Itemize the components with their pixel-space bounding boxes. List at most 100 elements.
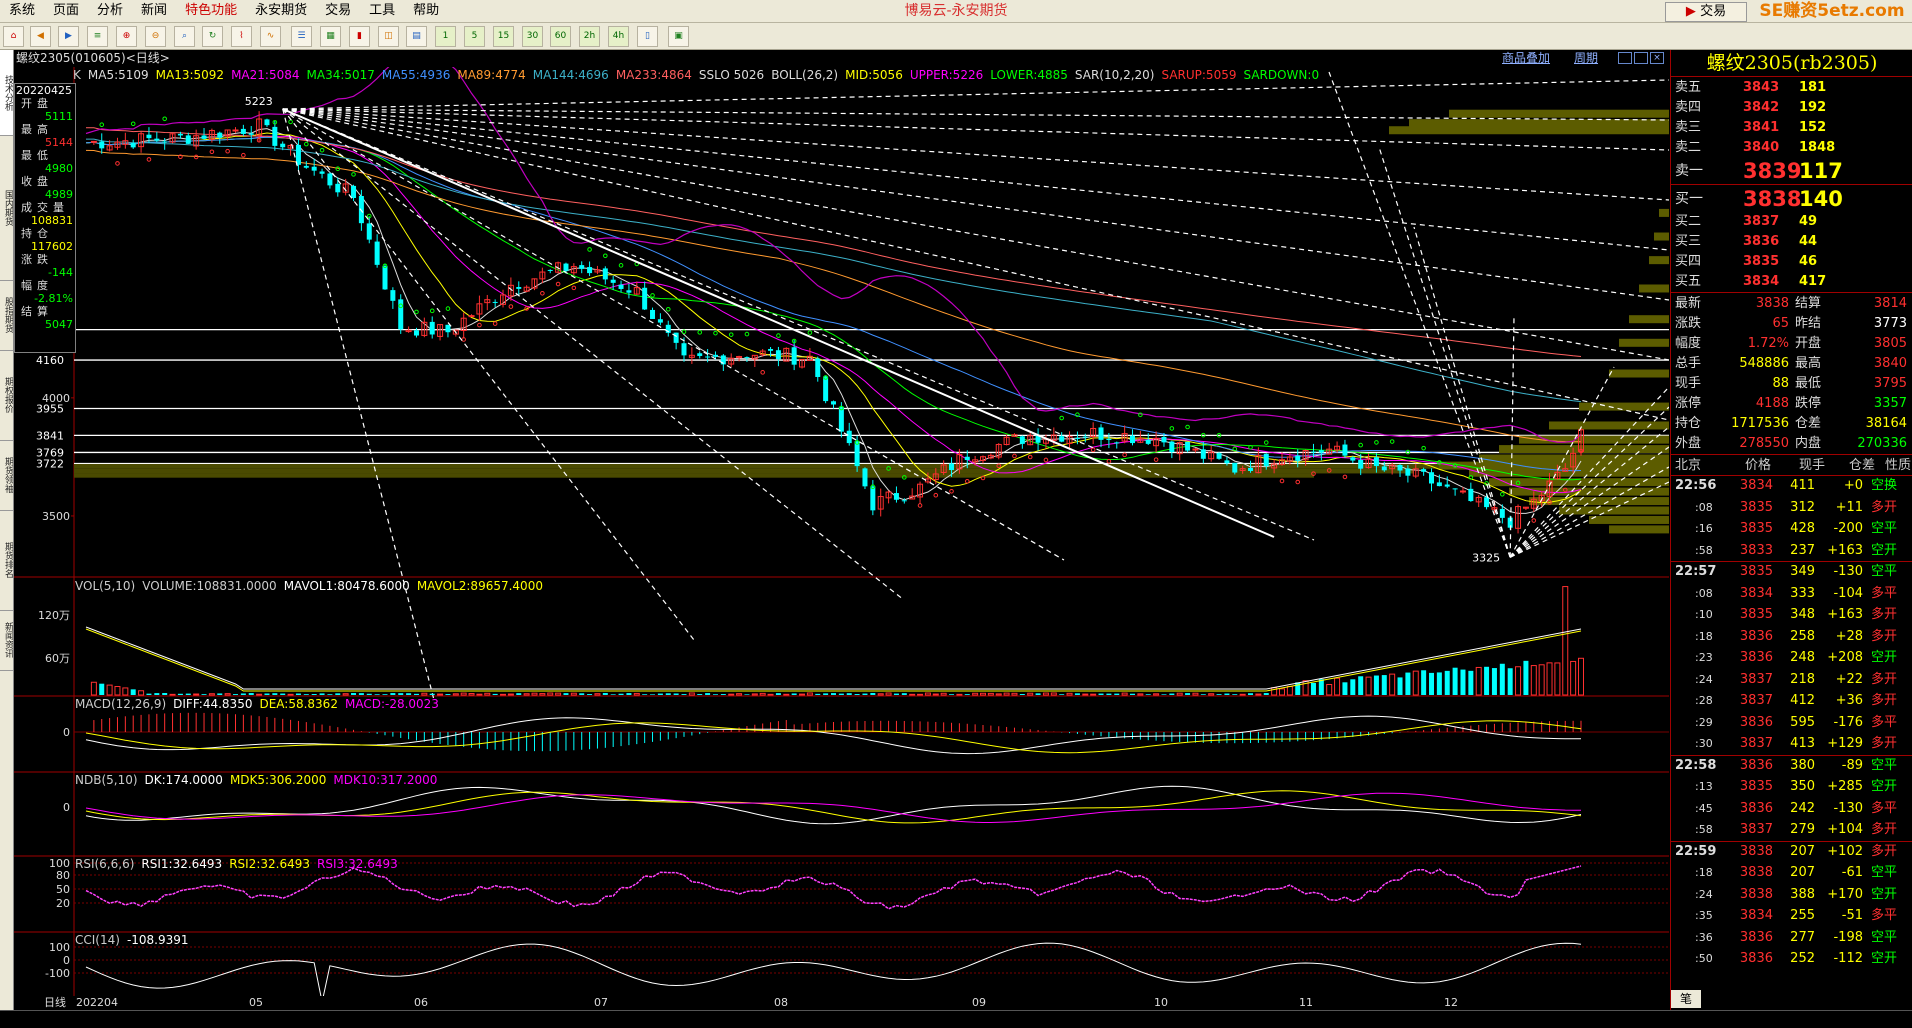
side-tab-3[interactable]: 期权报价	[0, 350, 13, 441]
period-icon[interactable]: ◫	[378, 26, 399, 47]
period-m5-button[interactable]: 5	[464, 26, 485, 47]
list-icon[interactable]: ☰	[291, 26, 312, 47]
quote-cell: 涨停	[1675, 396, 1702, 411]
volume-bar	[295, 693, 301, 695]
quote-cell: 207	[1790, 843, 1815, 859]
period-m60-button[interactable]: 60	[550, 26, 571, 47]
quote-row: :18 3836 258 +28 多开	[1671, 626, 1912, 648]
menu-item-5[interactable]: 永安期货	[246, 0, 316, 22]
quote-cell: 388	[1790, 886, 1815, 902]
find-icon[interactable]: ⌕	[174, 26, 195, 47]
price-level-label: 4160	[36, 354, 64, 367]
period-m30-button[interactable]: 30	[522, 26, 543, 47]
quote-row: 卖四 3842 192	[1671, 98, 1912, 118]
quote-row: :24 3838 388 +170 空开	[1671, 884, 1912, 906]
candle-body	[327, 173, 333, 186]
volume-bar	[1570, 660, 1577, 696]
toolbar-glyph: ▮	[357, 31, 362, 41]
yearline-icon[interactable]: ▯	[637, 26, 658, 47]
side-tab-0[interactable]: 技术分析	[0, 50, 13, 136]
box-icon[interactable]: ▣	[668, 26, 689, 47]
line-chart-icon[interactable]: ⌇	[231, 26, 252, 47]
volume-bar	[1121, 692, 1128, 696]
menu-item-1[interactable]: 页面	[44, 0, 88, 22]
period-m1-button[interactable]: 1	[435, 26, 456, 47]
quote-row: :13 3835 350 +285 空开	[1671, 776, 1912, 798]
overlay-link[interactable]: 商品叠加	[1502, 50, 1550, 67]
quote-cell: 3837	[1739, 671, 1773, 687]
menu-item-4[interactable]: 特色功能	[176, 0, 246, 22]
day-bar-icon[interactable]: ▮	[349, 26, 370, 47]
menu-item-7[interactable]: 工具	[360, 0, 404, 22]
volume-bar	[358, 693, 364, 695]
zoom-in-icon[interactable]: ⊕	[116, 26, 137, 47]
tick-chart-icon[interactable]: ∿	[260, 26, 281, 47]
sar-dot	[1090, 447, 1096, 453]
quote-cell: 空平	[1871, 865, 1898, 880]
moving-average-line	[85, 132, 1582, 504]
period-m2h-button[interactable]: 2h	[579, 26, 600, 47]
close-icon[interactable]: ×	[1650, 52, 1664, 64]
quote-cell: :18	[1695, 629, 1713, 643]
quote-row: 22:57 3835 349 -130 空平	[1671, 561, 1912, 583]
back-icon[interactable]: ◀	[30, 26, 51, 47]
price-level-label: 3722	[36, 458, 64, 471]
zoom-out-icon[interactable]: ⊖	[145, 26, 166, 47]
volume-bar	[924, 692, 931, 696]
side-tab-1[interactable]: 国内期货	[0, 135, 13, 281]
home-icon[interactable]: ⌂	[3, 26, 24, 47]
side-tab-4[interactable]: 期货领袖	[0, 440, 13, 511]
side-tab-2[interactable]: 股指期货	[0, 280, 13, 351]
side-tab-6[interactable]: 新闻资讯	[0, 610, 13, 671]
quote-cell: 22:56	[1675, 478, 1717, 493]
volume-bar	[1460, 669, 1466, 695]
candle-body	[1200, 449, 1206, 459]
forward-icon[interactable]: ▶	[58, 26, 79, 47]
candle-body	[1106, 438, 1112, 441]
quote-cell: 3836	[1739, 951, 1773, 966]
quote-bottom-tab[interactable]: 笔	[1671, 990, 1701, 1008]
week-bar-icon[interactable]: ▤	[406, 26, 427, 47]
volume-bar	[697, 694, 703, 695]
period-m15-button[interactable]: 15	[493, 26, 514, 47]
table-icon[interactable]: ▦	[320, 26, 341, 47]
quote-cell: 3834	[1739, 908, 1773, 923]
candle-body	[1459, 490, 1466, 493]
volume-bar	[1153, 693, 1160, 696]
sar-dot	[618, 263, 624, 268]
menu-item-3[interactable]: 新闻	[132, 0, 176, 22]
x-axis-label: 202204	[76, 996, 118, 1009]
mavol1-line	[85, 626, 1582, 690]
sar-dot	[1169, 426, 1175, 431]
period-label: 日线	[44, 995, 66, 1009]
volume-bar	[751, 693, 758, 696]
candle-body	[547, 269, 553, 271]
candle-body	[657, 319, 663, 323]
period-m4h-button[interactable]: 4h	[608, 26, 629, 47]
quote-row: :29 3836 595 -176 多平	[1671, 712, 1912, 734]
sar-dot	[241, 152, 246, 158]
layout-icon-2[interactable]	[1634, 52, 1648, 64]
candle-body	[823, 376, 829, 402]
quote-cell: 3836	[1739, 800, 1773, 816]
volume-indicator-line: VOL(5,10) VOLUME:108831.0000 MAVOL1:80478.…	[75, 578, 550, 594]
period-link[interactable]: 周期	[1574, 50, 1598, 67]
sort-icon[interactable]: ≡	[87, 26, 108, 47]
trade-button[interactable]: ▶ 交易	[1665, 2, 1747, 22]
candle-body	[1468, 488, 1474, 502]
candle-body	[280, 143, 286, 148]
candle-body	[240, 128, 246, 134]
quote-cell: 3841	[1743, 120, 1780, 135]
layout-icon[interactable]	[1618, 52, 1632, 64]
menu-item-6[interactable]: 交易	[316, 0, 360, 22]
quote-cell: 多开	[1871, 693, 1898, 708]
quote-cell: 跌停	[1795, 396, 1822, 411]
side-tab-5[interactable]: 期货排名	[0, 510, 13, 611]
quote-cell: 多平	[1871, 908, 1898, 923]
menu-item-0[interactable]: 系统	[0, 0, 44, 22]
refresh-icon[interactable]: ↻	[202, 26, 223, 47]
toolbar: ⌂ ◀ ▶ ≡ ⊕ ⊖ ⌕ ↻ ⌇ ∿ ☰ ▦ ▮ ◫ ▤ 1 5 15 30 60 2h 4h ▯ ▣	[0, 23, 1912, 50]
volume-bar	[1562, 586, 1569, 696]
menu-item-2[interactable]: 分析	[88, 0, 132, 22]
menu-item-8[interactable]: 帮助	[404, 0, 448, 22]
